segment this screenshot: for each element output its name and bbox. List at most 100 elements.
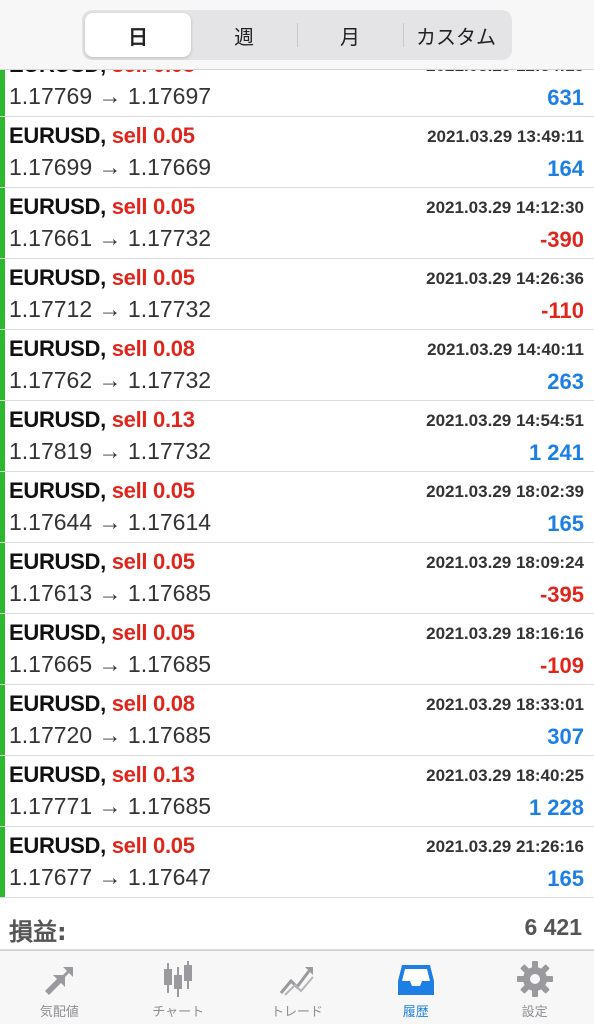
trade-symbol: EURUSD, sell 0.05 [9,265,195,291]
trade-datetime: 2021.03.29 18:33:01 [426,695,584,714]
trade-row[interactable]: EURUSD, sell 0.05 2021.03.29 14:26:36 1.17… [0,259,594,330]
trade-direction: sell 0.05 [111,123,195,148]
trade-row[interactable]: EURUSD, sell 0.08 2021.03.29 14:40:11 1.17… [0,330,594,401]
trade-prices: 1.17771 → 1.17685 [9,793,212,819]
trade-datetime: 2021.03.29 12:54:13 [426,70,584,76]
trade-prices: 1.17762 → 1.17732 [9,367,212,393]
trade-row[interactable]: EURUSD, sell 0.05 2021.03.29 21:26:16 1.17… [0,827,594,898]
trade-datetime: 2021.03.29 21:26:16 [426,837,584,856]
trade-direction: sell 0.08 [112,70,195,77]
trade-profit: -109 [539,653,584,678]
segment-week[interactable]: 週 [191,13,297,57]
segment-month[interactable]: 月 [297,13,403,57]
trade-symbol-text: EURUSD, [9,691,106,716]
trade-row[interactable]: EURUSD, sell 0.08 2021.03.29 12:54:13 1.17… [0,70,594,117]
settings-icon [516,961,553,997]
tab-chart[interactable]: チャート [119,951,238,1024]
trade-prices: 1.17661 → 1.17732 [9,225,212,251]
trade-prices: 1.17769 → 1.17697 [9,83,212,109]
trade-profit: 1 241 [528,440,584,465]
trade-datetime: 2021.03.29 18:40:25 [426,766,584,785]
tab-trade-label: トレード [270,1005,323,1020]
trade-symbol: EURUSD, sell 0.13 [9,762,195,788]
period-segmented-control: 日 週 月 カスタム [82,10,512,60]
trade-symbol: EURUSD, sell 0.05 [9,620,195,646]
trade-direction: sell 0.05 [111,265,195,290]
trade-profit: 631 [547,85,584,110]
trade-row[interactable]: EURUSD, sell 0.08 2021.03.29 18:33:01 1.17… [0,685,594,756]
trade-direction: sell 0.05 [111,478,195,503]
tab-trade[interactable]: トレード [238,951,357,1024]
trade-symbol-text: EURUSD, [9,407,106,432]
trade-symbol-text: EURUSD, [9,762,106,787]
tab-settings-label: 設定 [521,1005,548,1020]
trade-symbol: EURUSD, sell 0.08 [9,691,195,717]
trade-row[interactable]: EURUSD, sell 0.05 2021.03.29 13:49:11 1.17… [0,117,594,188]
trade-profit: 307 [547,724,584,749]
trade-prices: 1.17644 → 1.17614 [9,509,212,535]
trade-datetime: 2021.03.29 14:40:11 [427,340,584,359]
trade-profit: 165 [547,511,584,536]
trade-direction: sell 0.13 [111,762,195,787]
trade-symbol-text: EURUSD, [9,833,106,858]
trade-symbol-text: EURUSD, [9,194,106,219]
profit-summary-label: 損益: [9,918,67,946]
trade-direction: sell 0.05 [111,620,195,645]
trade-profit: 164 [547,156,584,181]
trade-direction: sell 0.08 [111,336,195,361]
trade-icon [279,967,314,996]
trade-direction: sell 0.05 [111,194,195,219]
profit-summary: 損益: 6 421 [0,902,594,950]
trade-prices: 1.17712 → 1.17732 [9,296,212,322]
trade-profit: -110 [541,298,584,323]
trade-symbol: EURUSD, sell 0.08 [9,336,195,362]
trade-datetime: 2021.03.29 18:02:39 [426,482,584,501]
trade-row[interactable]: EURUSD, sell 0.05 2021.03.29 18:16:16 1.17… [0,614,594,685]
trade-row[interactable]: EURUSD, sell 0.05 2021.03.29 14:12:30 1.17… [0,188,594,259]
trade-symbol: EURUSD, sell 0.05 [9,478,195,504]
trade-direction: sell 0.05 [111,833,195,858]
trade-direction: sell 0.08 [111,691,195,716]
trade-symbol-text: EURUSD, [9,70,106,77]
trade-direction: sell 0.05 [111,549,195,574]
trade-symbol-text: EURUSD, [9,620,106,645]
tab-quotes[interactable]: 気配値 [0,951,119,1024]
trade-datetime: 2021.03.29 14:12:30 [426,198,584,217]
trade-row[interactable]: EURUSD, sell 0.05 2021.03.29 18:09:24 1.17… [0,543,594,614]
trade-symbol-text: EURUSD, [9,478,106,503]
trade-row[interactable]: EURUSD, sell 0.05 2021.03.29 18:02:39 1.17… [0,472,594,543]
trade-symbol: EURUSD, sell 0.05 [9,123,195,149]
trade-symbol: EURUSD, sell 0.05 [9,833,195,859]
tab-history[interactable]: 履歴 [356,951,475,1024]
trade-prices: 1.17677 → 1.17647 [9,864,212,890]
bottom-tab-bar: 気配値 チャート トレード 履歴 設定 [0,950,594,1024]
trade-row[interactable]: EURUSD, sell 0.13 2021.03.29 18:40:25 1.17… [0,756,594,827]
trade-profit: 263 [547,369,584,394]
trade-symbol-text: EURUSD, [9,265,106,290]
profit-summary-value: 6 421 [524,914,582,940]
trade-prices: 1.17819 → 1.17732 [9,438,212,464]
trade-symbol-text: EURUSD, [9,549,106,574]
quotes-icon [45,967,74,995]
chart-icon [164,961,193,997]
tab-settings[interactable]: 設定 [475,951,594,1024]
segment-custom[interactable]: カスタム [403,13,509,57]
tab-chart-label: チャート [152,1005,205,1020]
trade-datetime: 2021.03.29 13:49:11 [427,127,584,146]
trade-symbol: EURUSD, sell 0.05 [9,549,195,575]
trade-history-list[interactable]: EURUSD, sell 0.08 2021.03.29 12:54:13 1.17… [0,70,594,902]
trade-symbol: EURUSD, sell 0.05 [9,194,195,220]
trade-profit: -395 [539,582,584,607]
trade-profit: 1 228 [528,795,584,820]
trade-profit: -390 [539,227,584,252]
period-header: 日 週 月 カスタム [0,0,594,70]
trade-row[interactable]: EURUSD, sell 0.13 2021.03.29 14:54:51 1.17… [0,401,594,472]
trade-direction: sell 0.13 [111,407,195,432]
trade-symbol-text: EURUSD, [9,123,106,148]
segment-day[interactable]: 日 [85,13,191,57]
trade-prices: 1.17613 → 1.17685 [9,580,212,606]
history-icon [397,965,434,995]
trade-profit: 165 [547,866,584,891]
trade-symbol: EURUSD, sell 0.13 [9,407,195,433]
trade-datetime: 2021.03.29 14:54:51 [426,411,584,430]
